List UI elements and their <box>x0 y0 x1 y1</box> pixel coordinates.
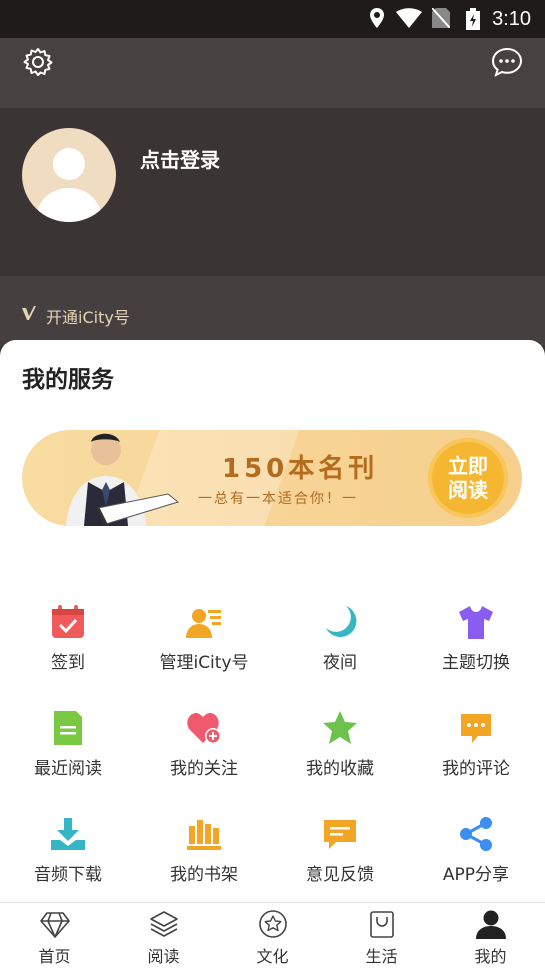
read-now-button[interactable]: 立即 阅读 <box>428 438 508 518</box>
user-card-icon <box>186 609 221 638</box>
heart-plus-icon <box>187 713 221 744</box>
service-label: APP分享 <box>442 865 510 885</box>
tab-reading[interactable]: 阅读 <box>109 903 218 971</box>
feedback-icon <box>324 820 356 849</box>
read-now-line1: 立即 <box>448 454 488 478</box>
message-icon[interactable] <box>491 46 523 78</box>
download-icon <box>51 818 85 850</box>
service-audio-download[interactable]: 音频下载 <box>0 810 136 900</box>
services-panel: 我的服务 150本名刊 一总有一本适合你！一 立即 阅读 签到 管理iCity号… <box>0 340 545 902</box>
layers-icon <box>150 911 178 937</box>
tab-culture[interactable]: 文化 <box>218 903 327 971</box>
banner-headline: 150本名刊 <box>222 454 379 484</box>
star-circle-icon <box>259 910 287 938</box>
service-manage-icity[interactable]: 管理iCity号 <box>136 598 272 688</box>
service-label: 签到 <box>51 653 85 673</box>
bottom-tab-bar: 首页 阅读 文化 生活 我的 <box>0 902 545 971</box>
service-my-bookshelf[interactable]: 我的书架 <box>136 810 272 900</box>
promo-banner[interactable]: 150本名刊 一总有一本适合你！一 立即 阅读 <box>22 430 522 526</box>
tab-mine[interactable]: 我的 <box>436 903 545 971</box>
top-toolbar <box>0 38 545 108</box>
check-icon <box>22 306 36 320</box>
wifi-icon <box>396 8 422 28</box>
tab-label: 阅读 <box>147 947 180 966</box>
no-sim-icon <box>432 8 450 28</box>
share-icon <box>460 817 492 851</box>
document-icon <box>54 711 82 745</box>
reading-man-illustration <box>66 433 180 526</box>
tab-home[interactable]: 首页 <box>0 903 109 971</box>
service-label: 管理iCity号 <box>159 653 249 673</box>
gear-icon[interactable] <box>22 46 54 78</box>
login-link[interactable]: 点击登录 <box>140 144 220 173</box>
icity-open-row[interactable]: 开通iCity号 <box>0 276 545 346</box>
service-label: 我的书架 <box>170 865 238 885</box>
moon-icon <box>326 606 357 637</box>
service-label: 主题切换 <box>442 653 510 673</box>
diamond-icon <box>40 912 70 938</box>
bookshelf-icon <box>187 820 221 850</box>
service-label: 我的收藏 <box>306 759 374 779</box>
icity-open-label: 开通iCity号 <box>46 308 130 327</box>
service-my-follows[interactable]: 我的关注 <box>136 704 272 794</box>
tab-label: 首页 <box>38 947 71 966</box>
service-recent-reading[interactable]: 最近阅读 <box>0 704 136 794</box>
service-theme-switch[interactable]: 主题切换 <box>408 598 544 688</box>
tab-label: 文化 <box>256 947 289 966</box>
status-bar: 3:10 <box>0 0 545 38</box>
service-sign-in[interactable]: 签到 <box>0 598 136 688</box>
tab-label: 我的 <box>474 947 507 966</box>
service-label: 最近阅读 <box>34 759 102 779</box>
tab-life[interactable]: 生活 <box>327 903 436 971</box>
banner-subline: 一总有一本适合你！一 <box>198 491 358 507</box>
service-my-comments[interactable]: 我的评论 <box>408 704 544 794</box>
comment-icon <box>461 714 491 743</box>
service-label: 意见反馈 <box>306 865 374 885</box>
tab-label: 生活 <box>365 947 398 966</box>
tshirt-icon <box>459 606 493 639</box>
service-label: 我的评论 <box>442 759 510 779</box>
bag-icon <box>370 911 394 938</box>
service-label: 音频下载 <box>34 865 102 885</box>
calendar-check-icon <box>52 605 84 638</box>
profile-section: 点击登录 <box>0 108 545 276</box>
clock: 3:10 <box>492 8 531 30</box>
star-icon <box>323 711 357 744</box>
avatar[interactable] <box>22 128 116 222</box>
service-label: 我的关注 <box>170 759 238 779</box>
service-feedback[interactable]: 意见反馈 <box>272 810 408 900</box>
location-icon <box>370 8 384 28</box>
user-icon <box>476 910 506 939</box>
services-title: 我的服务 <box>22 367 114 393</box>
service-app-share[interactable]: APP分享 <box>408 810 544 900</box>
read-now-line2: 阅读 <box>448 478 488 502</box>
battery-icon <box>466 8 480 30</box>
service-label: 夜间 <box>323 653 357 673</box>
service-my-collection[interactable]: 我的收藏 <box>272 704 408 794</box>
service-night-mode[interactable]: 夜间 <box>272 598 408 688</box>
default-avatar-icon <box>36 148 102 222</box>
